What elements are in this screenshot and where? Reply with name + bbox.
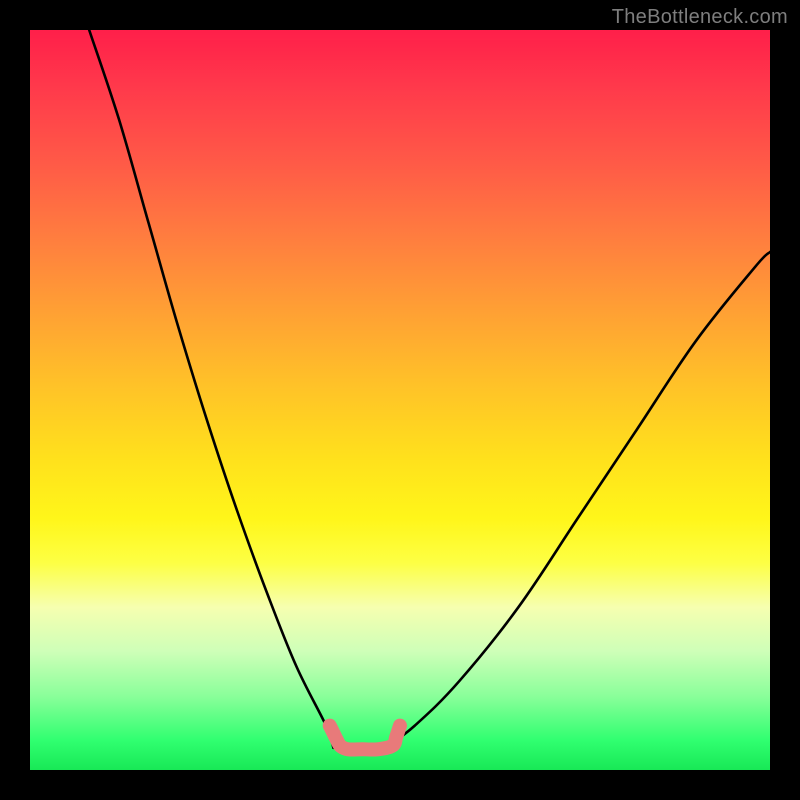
chart-frame: TheBottleneck.com xyxy=(0,0,800,800)
curve-layer xyxy=(30,30,770,770)
plot-area xyxy=(30,30,770,770)
valley-marker-curve xyxy=(330,726,400,750)
right-branch-curve xyxy=(385,252,770,748)
watermark-text: TheBottleneck.com xyxy=(612,6,788,29)
left-branch-curve xyxy=(89,30,333,748)
